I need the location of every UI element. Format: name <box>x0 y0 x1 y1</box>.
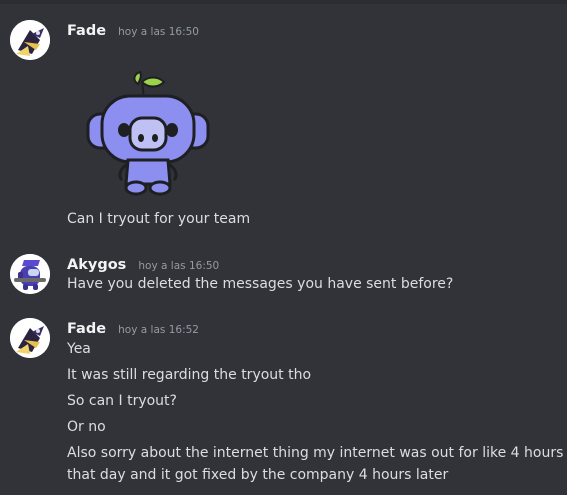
username[interactable]: Akygos <box>67 257 126 273</box>
message-text: that day and it got fixed by the company… <box>67 467 449 483</box>
top-divider <box>0 0 567 4</box>
timestamp: hoy a las 16:50 <box>118 26 199 38</box>
message-text: Also sorry about the internet thing my i… <box>67 445 564 461</box>
message-text: Or no <box>67 419 106 435</box>
username[interactable]: Fade <box>67 23 106 39</box>
fade-avatar-icon <box>10 20 50 60</box>
message-text: It was still regarding the tryout tho <box>67 367 312 383</box>
message-text: Have you deleted the messages you have s… <box>67 276 454 292</box>
avatar[interactable] <box>10 20 50 60</box>
wumpus-sticker-icon[interactable] <box>82 68 214 200</box>
timestamp: hoy a las 16:52 <box>118 324 199 336</box>
message-text: Yea <box>67 341 91 357</box>
fade-avatar-icon <box>10 318 50 358</box>
message-header: Fade hoy a las 16:52 <box>67 318 199 338</box>
message-text: Can I tryout for your team <box>67 211 251 227</box>
username[interactable]: Fade <box>67 321 106 337</box>
akygos-avatar-icon <box>10 254 50 294</box>
timestamp: hoy a las 16:50 <box>138 260 220 272</box>
avatar[interactable] <box>10 254 50 294</box>
avatar[interactable] <box>10 318 50 358</box>
message-header: Akygos hoy a las 16:50 <box>67 254 219 274</box>
message-text: So can I tryout? <box>67 393 177 409</box>
message-header: Fade hoy a las 16:50 <box>67 20 199 40</box>
